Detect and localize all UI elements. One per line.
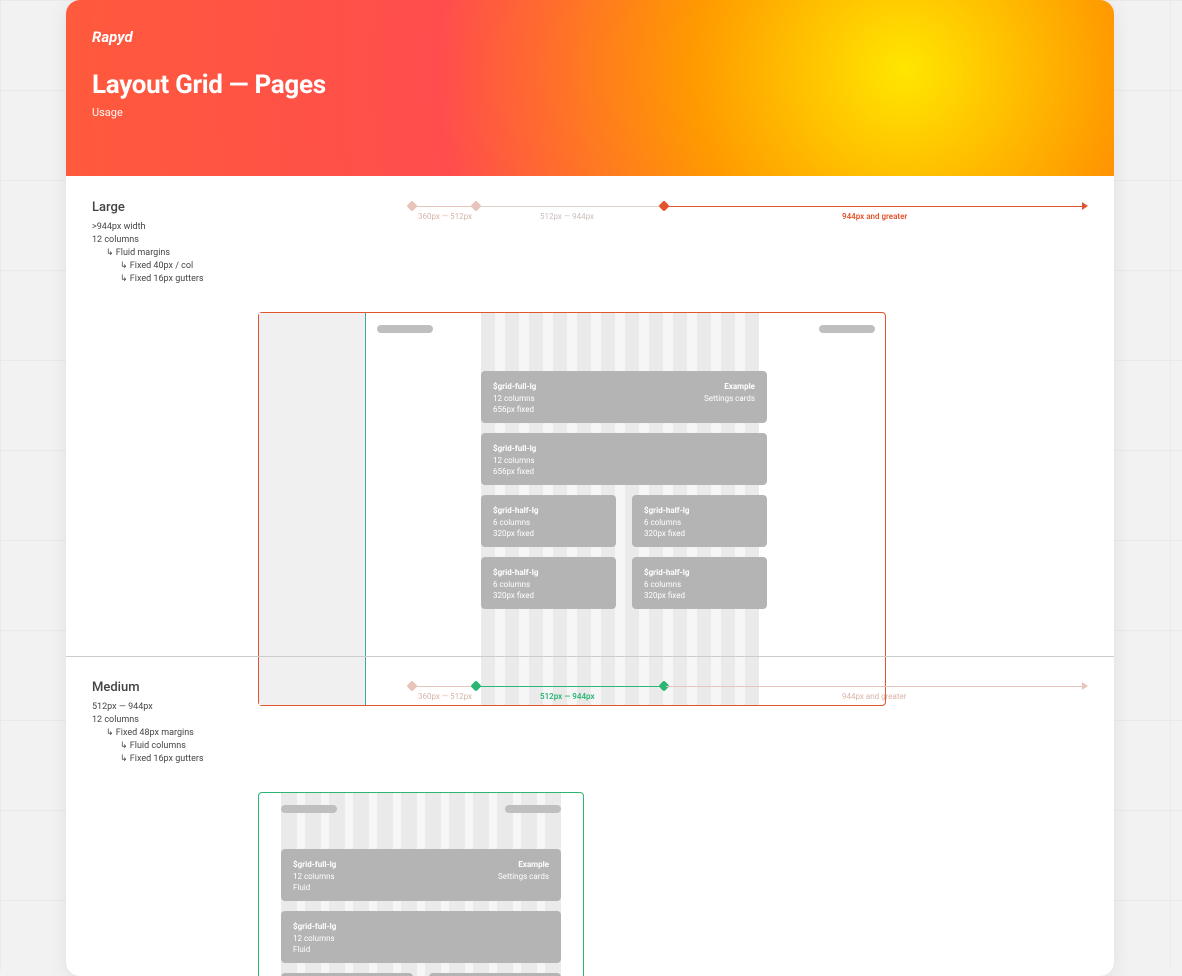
section-large: Large >944px width 12 columns Fluid marg… bbox=[66, 176, 1114, 656]
card-half-2b: $grid-half-lg 6 columns 320px fixed bbox=[632, 557, 767, 609]
doc-header: Rapyd Layout Grid — Pages Usage bbox=[66, 0, 1114, 176]
cols: 6 columns bbox=[493, 517, 604, 529]
topbar-pill-left bbox=[377, 325, 433, 333]
breakpoint-ruler-medium: 360px — 512px 512px — 944px 944px and gr… bbox=[412, 680, 1088, 700]
example-desc: Settings cards bbox=[498, 871, 549, 883]
page-title: Layout Grid — Pages bbox=[92, 70, 1088, 100]
card-half-1b: $grid-half-lg 6 columns 320px fixed bbox=[632, 495, 767, 547]
card-half-1a: $grid-half-lg 6 columns 320px fixed bbox=[481, 495, 616, 547]
size: Fluid bbox=[293, 882, 549, 894]
brand-logo: Rapyd bbox=[92, 28, 1088, 46]
token: $grid-half-lg bbox=[493, 567, 604, 579]
ruler-label-small: 360px — 512px bbox=[418, 692, 472, 701]
spec-cols: 12 columns bbox=[92, 234, 1088, 247]
topbar-placeholder bbox=[281, 805, 561, 813]
spec-gutters: Fixed 16px gutters bbox=[120, 753, 1088, 766]
spec-gutters: Fixed 16px gutters bbox=[120, 273, 1088, 286]
size: 656px fixed bbox=[493, 404, 755, 416]
size: 320px fixed bbox=[493, 528, 604, 540]
token: $grid-half-lg bbox=[644, 567, 755, 579]
card-full-2: $grid-full-lg 12 columns 656px fixed bbox=[481, 433, 767, 485]
topbar-placeholder bbox=[377, 325, 875, 333]
example-desc: Settings cards bbox=[704, 393, 755, 405]
cols: 12 columns bbox=[293, 933, 549, 945]
document-canvas: Rapyd Layout Grid — Pages Usage Large >9… bbox=[66, 0, 1114, 976]
cols: 6 columns bbox=[644, 517, 755, 529]
breakpoint-ruler-large: 360px — 512px 512px — 944px 944px and gr… bbox=[412, 200, 1088, 220]
specs-medium: 512px — 944px 12 columns Fixed 48px marg… bbox=[92, 701, 1088, 766]
token: $grid-half-lg bbox=[644, 505, 755, 517]
ruler-label-medium: 512px — 944px bbox=[540, 692, 595, 701]
cols: 12 columns bbox=[493, 455, 755, 467]
spec-margins: Fluid margins bbox=[106, 247, 1088, 260]
card-full-1: $grid-full-lg 12 columns Fluid Example S… bbox=[281, 849, 561, 901]
card-stack-large: $grid-full-lg 12 columns 656px fixed Exa… bbox=[481, 371, 767, 609]
topbar-pill-right bbox=[819, 325, 875, 333]
token: $grid-full-lg bbox=[493, 443, 755, 455]
size: 320px fixed bbox=[493, 590, 604, 602]
size: 320px fixed bbox=[644, 528, 755, 540]
topbar-pill-right bbox=[505, 805, 561, 813]
example-label: Example bbox=[498, 859, 549, 871]
example-label: Example bbox=[704, 381, 755, 393]
cols: 6 columns bbox=[493, 579, 604, 591]
card-half-2a: $grid-half-lg 6 columns 320px fixed bbox=[481, 557, 616, 609]
viewport-frame-medium: $grid-full-lg 12 columns Fluid Example S… bbox=[258, 792, 584, 976]
spec-width: >944px width bbox=[92, 221, 1088, 234]
app-sidebar-placeholder bbox=[259, 313, 365, 705]
viewport-frame-large: $grid-full-lg 12 columns 656px fixed Exa… bbox=[258, 312, 886, 706]
card-stack-medium: $grid-full-lg 12 columns Fluid Example S… bbox=[281, 849, 561, 976]
ruler-label-medium: 512px — 944px bbox=[540, 212, 594, 221]
section-medium: Medium 512px — 944px 12 columns Fixed 48… bbox=[66, 656, 1114, 976]
spec-colw: Fixed 40px / col bbox=[120, 260, 1088, 273]
ruler-label-large: 944px and greater bbox=[842, 212, 907, 221]
size: Fluid bbox=[293, 944, 549, 956]
spec-colw: Fluid columns bbox=[120, 740, 1088, 753]
topbar-pill-left bbox=[281, 805, 337, 813]
spec-margins: Fixed 48px margins bbox=[106, 727, 1088, 740]
cols: 6 columns bbox=[644, 579, 755, 591]
page-subtitle: Usage bbox=[92, 106, 1088, 119]
ruler-label-small: 360px — 512px bbox=[418, 212, 472, 221]
token: $grid-half-lg bbox=[493, 505, 604, 517]
specs-large: >944px width 12 columns Fluid margins Fi… bbox=[92, 221, 1088, 286]
size: 320px fixed bbox=[644, 590, 755, 602]
sidebar-divider bbox=[365, 313, 366, 705]
card-full-2: $grid-full-lg 12 columns Fluid bbox=[281, 911, 561, 963]
size: 656px fixed bbox=[493, 466, 755, 478]
card-full-1: $grid-full-lg 12 columns 656px fixed Exa… bbox=[481, 371, 767, 423]
spec-width: 512px — 944px bbox=[92, 701, 1088, 714]
spec-cols: 12 columns bbox=[92, 714, 1088, 727]
token: $grid-full-lg bbox=[293, 921, 549, 933]
ruler-label-large: 944px and greater bbox=[842, 692, 906, 701]
